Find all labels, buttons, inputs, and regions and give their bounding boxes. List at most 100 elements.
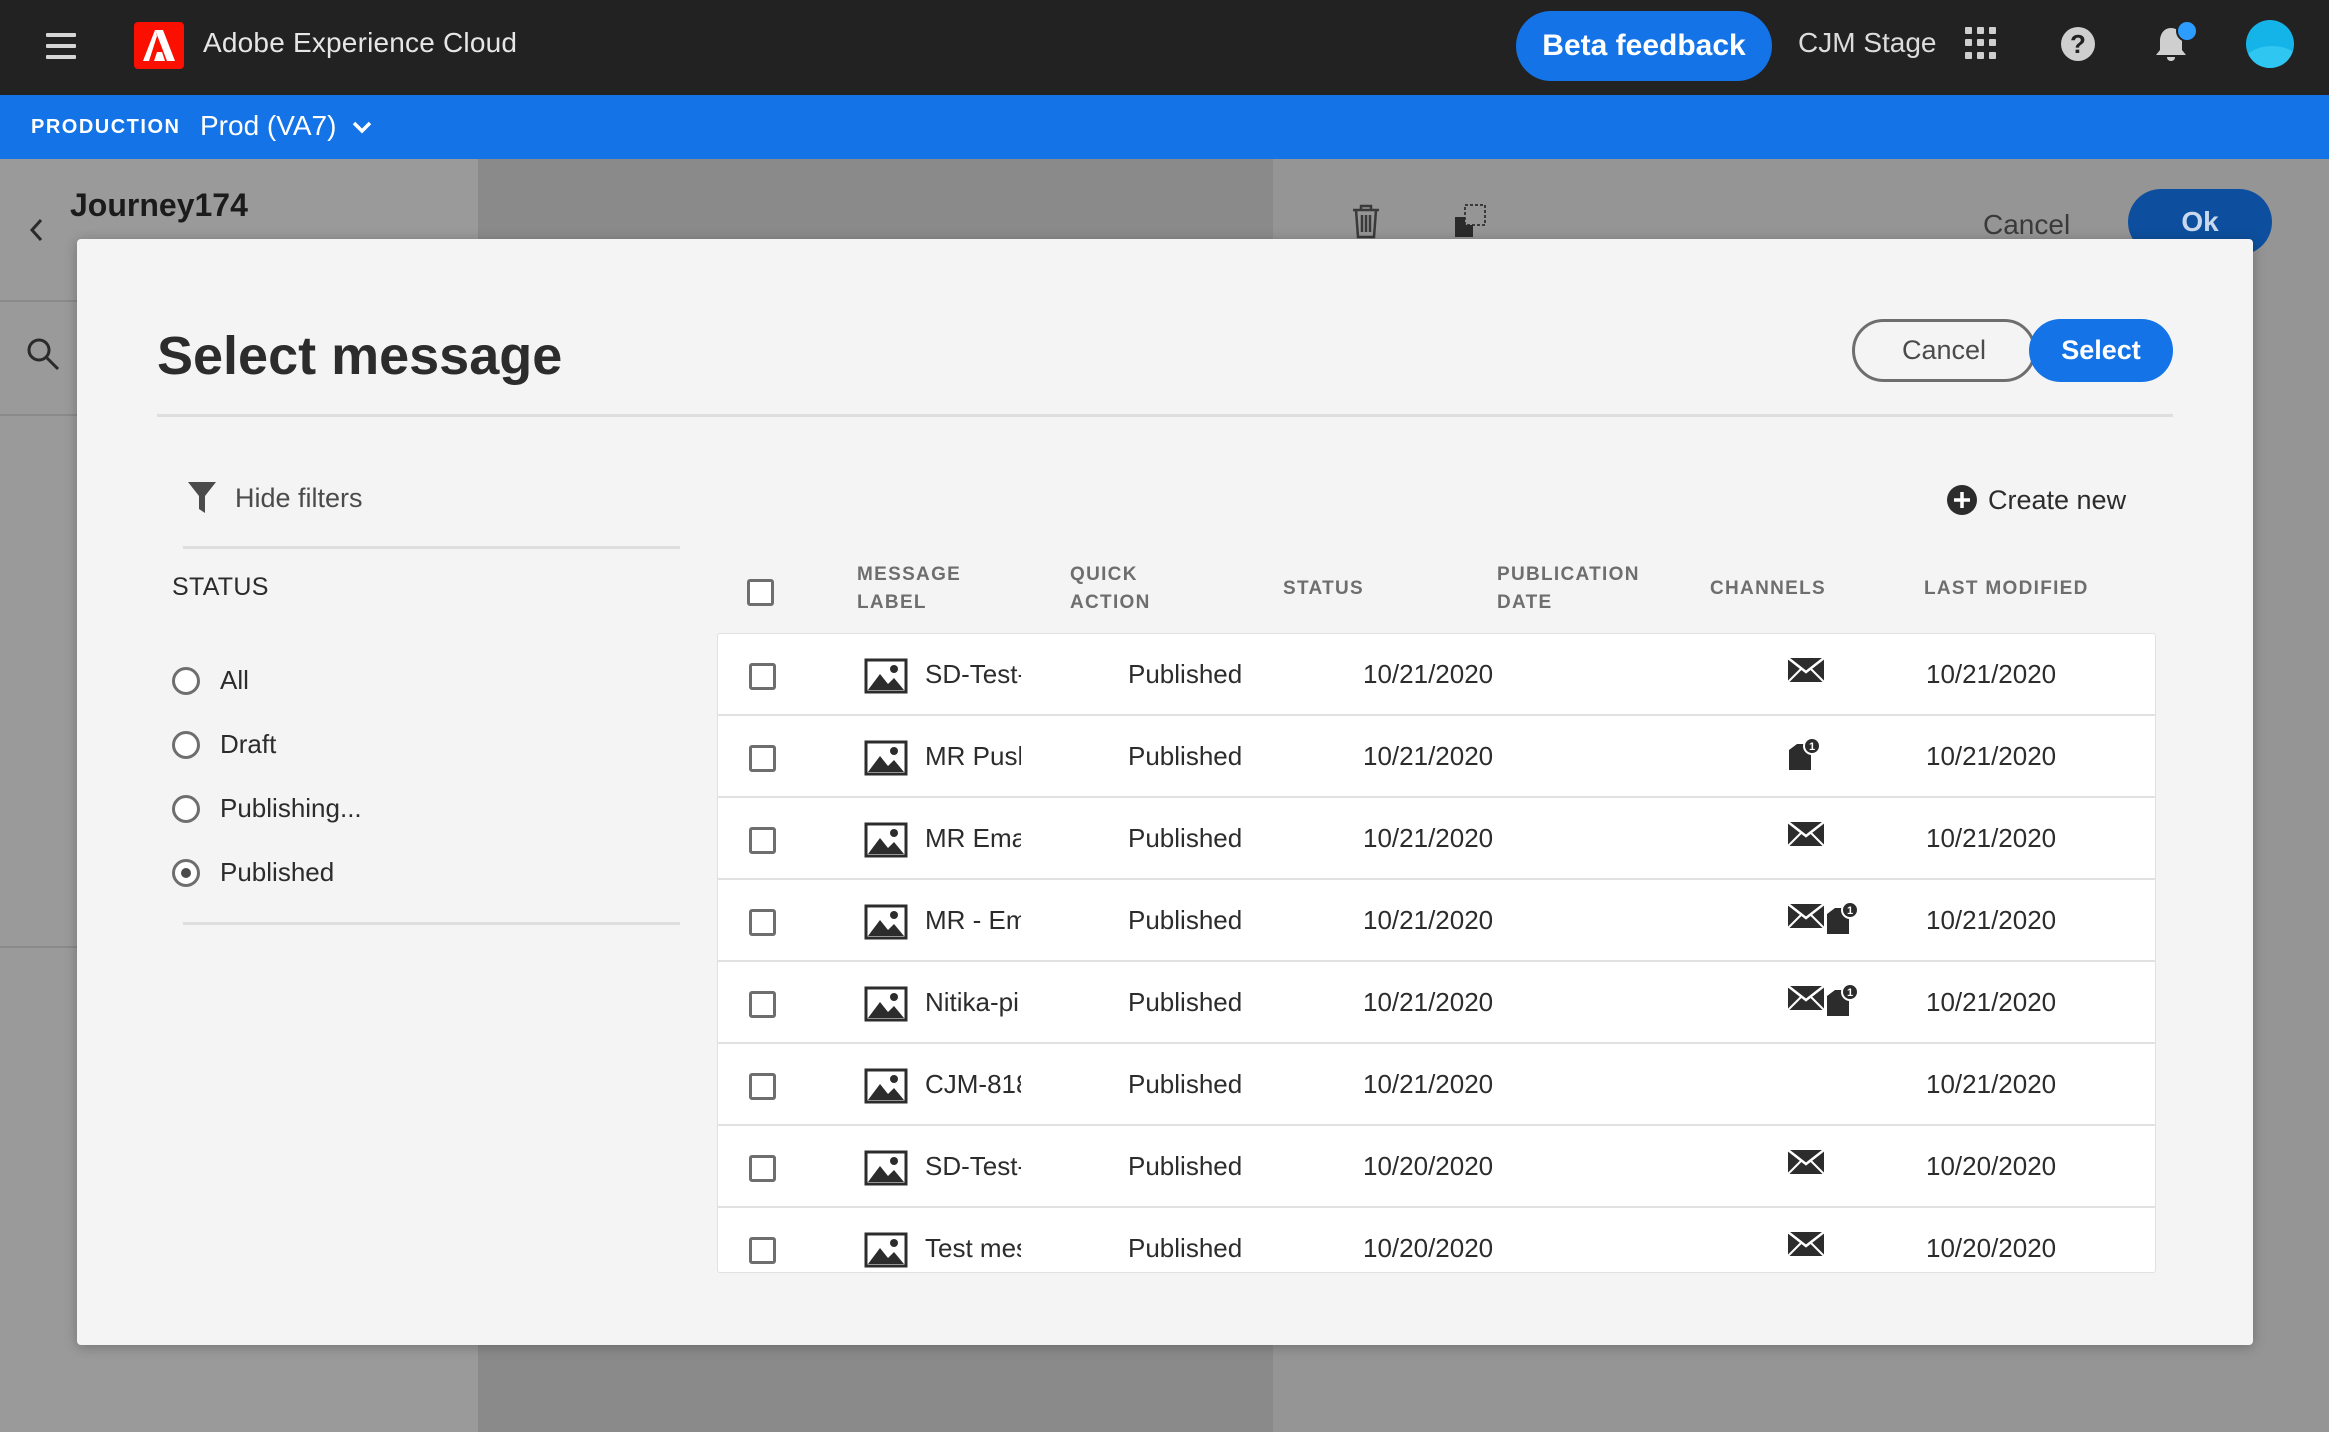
column-header-status[interactable]: STATUS: [1283, 575, 1364, 603]
last-modified: 10/21/2020: [1926, 659, 2057, 689]
status-radio-published[interactable]: Published: [172, 857, 334, 888]
radio-label: Draft: [220, 729, 277, 759]
filters-divider: [183, 922, 680, 925]
trash-icon[interactable]: [1350, 203, 1382, 239]
image-icon: [864, 1150, 908, 1186]
last-modified: 10/20/2020: [1926, 1233, 2057, 1263]
message-label[interactable]: Test mes: [925, 1233, 1021, 1264]
row-checkbox[interactable]: [749, 1155, 776, 1182]
message-thumbnail: [864, 904, 908, 945]
hide-filters-button[interactable]: Hide filters: [187, 481, 363, 515]
cancel-button[interactable]: Cancel: [1852, 319, 2036, 382]
column-header-publication-date[interactable]: PUBLICATION DATE: [1497, 561, 1640, 617]
publication-date: 10/20/2020: [1363, 1233, 1494, 1263]
radio-button-selected[interactable]: [172, 858, 200, 887]
publication-date: 10/21/2020: [1363, 905, 1494, 935]
table-row[interactable]: MR Ema Published 10/21/2020 10/21/2020: [718, 798, 2155, 880]
status-radio-publishing[interactable]: Publishing...: [172, 793, 362, 824]
message-thumbnail: [864, 658, 908, 699]
channels-cell: [1787, 1230, 1825, 1258]
table-row[interactable]: Test mes Published 10/20/2020 10/20/2020: [718, 1208, 2155, 1272]
email-icon: [1787, 1149, 1825, 1175]
last-modified: 10/21/2020: [1926, 1069, 2057, 1099]
message-thumbnail: [864, 822, 908, 863]
last-modified: 10/20/2020: [1926, 1151, 2057, 1181]
column-header-text: PUBLICATION: [1497, 564, 1640, 585]
avatar[interactable]: [2246, 20, 2294, 68]
org-switcher[interactable]: CJM Stage: [1798, 27, 1937, 59]
global-header: Adobe Experience Cloud Beta feedback CJM…: [0, 0, 2329, 95]
sandbox-selector[interactable]: Prod (VA7): [200, 110, 336, 142]
table-row[interactable]: Nitika-pi Published 10/21/2020 1 10/21/2020: [718, 962, 2155, 1044]
row-checkbox[interactable]: [749, 1073, 776, 1100]
status-radio-draft[interactable]: Draft: [172, 729, 276, 760]
table-row[interactable]: SD-Test- Published 10/20/2020 10/20/2020: [718, 1126, 2155, 1208]
select-all-checkbox[interactable]: [747, 579, 774, 606]
table-row[interactable]: MR Push Published 10/21/2020 1 10/21/2020: [718, 716, 2155, 798]
radio-button[interactable]: [172, 666, 200, 695]
dialog-title: Select message: [157, 326, 563, 386]
svg-text:1: 1: [1847, 987, 1853, 999]
row-checkbox[interactable]: [749, 909, 776, 936]
radio-button[interactable]: [172, 730, 200, 759]
status-radio-all[interactable]: All: [172, 665, 249, 696]
messages-table: SD-Test- Published 10/21/2020 10/21/2020 MR …: [717, 633, 2156, 1273]
image-icon: [864, 904, 908, 940]
column-header-message-label[interactable]: MESSAGE LABEL: [857, 561, 961, 617]
hide-filters-label: Hide filters: [235, 482, 363, 513]
message-label[interactable]: SD-Test-: [925, 659, 1021, 690]
dialog-divider: [157, 414, 2173, 417]
message-label[interactable]: SD-Test-: [925, 1151, 1021, 1182]
apps-grid-icon[interactable]: [1965, 27, 1997, 59]
message-label[interactable]: Nitika-pi: [925, 987, 1021, 1018]
filter-icon: [188, 482, 216, 513]
radio-button[interactable]: [172, 794, 200, 823]
message-thumbnail: [864, 1232, 908, 1272]
chevron-down-icon[interactable]: [350, 115, 374, 139]
channels-cell: 1: [1787, 738, 1821, 772]
row-checkbox[interactable]: [749, 827, 776, 854]
help-icon[interactable]: ?: [2061, 27, 2095, 61]
message-status: Published: [1128, 987, 1243, 1017]
select-button[interactable]: Select: [2029, 319, 2173, 382]
table-row[interactable]: MR - Em Published 10/21/2020 1 10/21/2020: [718, 880, 2155, 962]
table-row[interactable]: CJM-818 Published 10/21/2020 10/21/2020: [718, 1044, 2155, 1126]
column-header-text: MESSAGE: [857, 564, 962, 585]
create-new-label: Create new: [1988, 484, 2127, 515]
chevron-left-icon[interactable]: [28, 217, 44, 243]
menu-icon[interactable]: [46, 33, 76, 59]
column-header-last-modified[interactable]: LAST MODIFIED: [1924, 575, 2089, 603]
status-filter-heading: STATUS: [172, 573, 269, 601]
background-cancel-button[interactable]: Cancel: [1983, 209, 2070, 241]
duplicate-icon[interactable]: [1453, 203, 1487, 239]
notification-badge: [2176, 20, 2198, 42]
row-checkbox[interactable]: [749, 1237, 776, 1264]
channels-cell: 1: [1787, 902, 1859, 936]
channels-cell: [1787, 820, 1825, 848]
adobe-logo-icon[interactable]: [134, 22, 184, 69]
column-header-channels[interactable]: CHANNELS: [1710, 575, 1826, 603]
last-modified: 10/21/2020: [1926, 905, 2057, 935]
column-header-quick-action[interactable]: QUICK ACTION: [1070, 561, 1151, 617]
image-icon: [864, 658, 908, 694]
push-icon: 1: [1827, 902, 1859, 934]
app-title[interactable]: Adobe Experience Cloud: [203, 27, 517, 59]
column-header-text: QUICK: [1070, 564, 1138, 585]
message-label[interactable]: MR Ema: [925, 823, 1021, 854]
journey-title: Journey174: [70, 187, 248, 223]
row-checkbox[interactable]: [749, 663, 776, 690]
message-status: Published: [1128, 905, 1243, 935]
message-label[interactable]: CJM-818: [925, 1069, 1021, 1100]
row-checkbox[interactable]: [749, 745, 776, 772]
message-status: Published: [1128, 1151, 1243, 1181]
beta-feedback-button[interactable]: Beta feedback: [1516, 11, 1772, 81]
column-header-text: LABEL: [857, 592, 927, 613]
select-message-dialog: Select message Cancel Select Hide filter…: [77, 239, 2253, 1345]
svg-text:1: 1: [1809, 741, 1815, 753]
search-icon[interactable]: [26, 337, 60, 371]
table-row[interactable]: SD-Test- Published 10/21/2020 10/21/2020: [718, 634, 2155, 716]
message-label[interactable]: MR - Em: [925, 905, 1021, 936]
row-checkbox[interactable]: [749, 991, 776, 1018]
create-new-button[interactable]: Create new: [1946, 484, 2126, 516]
message-label[interactable]: MR Push: [925, 741, 1021, 772]
